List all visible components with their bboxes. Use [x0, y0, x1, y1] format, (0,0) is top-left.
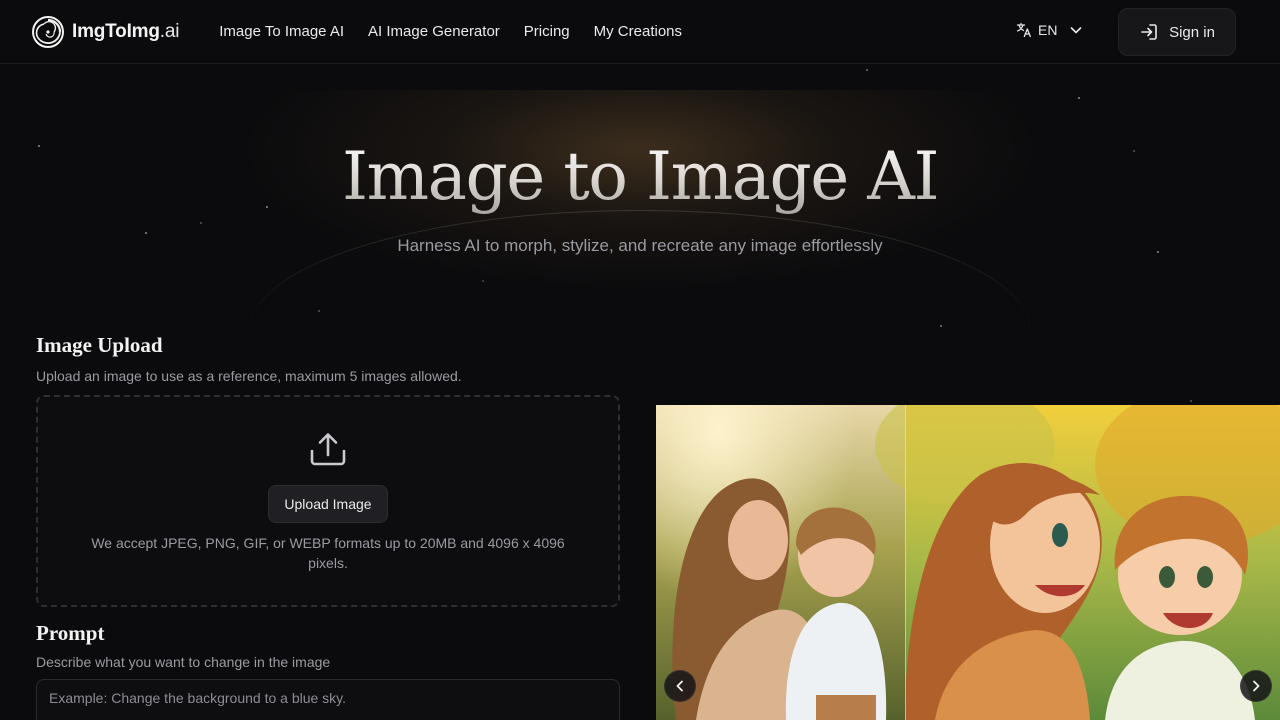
prompt-input[interactable] [36, 679, 620, 720]
comparison-divider [905, 405, 906, 720]
image-upload-title: Image Upload [36, 333, 163, 357]
sign-in-icon [1141, 24, 1157, 40]
before-after-image [656, 405, 1280, 720]
upload-image-button[interactable]: Upload Image [268, 485, 388, 523]
language-code: EN [1038, 22, 1058, 38]
chevron-right-icon [1253, 680, 1260, 692]
hero-arc [250, 210, 1030, 330]
nav-link-image-to-image[interactable]: Image To Image AI [219, 23, 344, 40]
site-logo[interactable]: ImgToImg.ai [32, 15, 180, 48]
chevron-left-icon [676, 680, 683, 692]
language-selector[interactable]: EN [1016, 22, 1083, 38]
hero-title: Image to Image AI [0, 138, 1280, 215]
prompt-title: Prompt [36, 621, 105, 645]
chevron-down-icon [1071, 27, 1082, 34]
image-upload-description: Upload an image to use as a reference, m… [36, 368, 462, 384]
accepted-formats-text: We accept JPEG, PNG, GIF, or WEBP format… [91, 535, 565, 571]
nav-link-ai-image-generator[interactable]: AI Image Generator [368, 23, 500, 40]
carousel-next-button[interactable] [1240, 670, 1272, 702]
stylized-anime-image [875, 405, 1280, 720]
nav-link-pricing[interactable]: Pricing [524, 23, 570, 40]
sign-in-button[interactable]: Sign in [1118, 8, 1236, 56]
sign-in-label: Sign in [1169, 23, 1215, 41]
hero-subtitle: Harness AI to morph, stylize, and recrea… [397, 236, 883, 255]
translate-icon [1016, 22, 1031, 38]
spiral-logo-icon [32, 15, 64, 48]
carousel-prev-button[interactable] [664, 670, 696, 702]
logo-text: ImgToImg.ai [72, 20, 180, 42]
upload-icon [310, 433, 346, 466]
nav-link-my-creations[interactable]: My Creations [594, 23, 682, 40]
original-photo [656, 405, 905, 720]
main-nav: Image To Image AI AI Image Generator Pri… [219, 23, 682, 40]
prompt-description: Describe what you want to change in the … [36, 654, 331, 670]
top-navbar: ImgToImg.ai Image To Image AI AI Image G… [0, 0, 1280, 64]
